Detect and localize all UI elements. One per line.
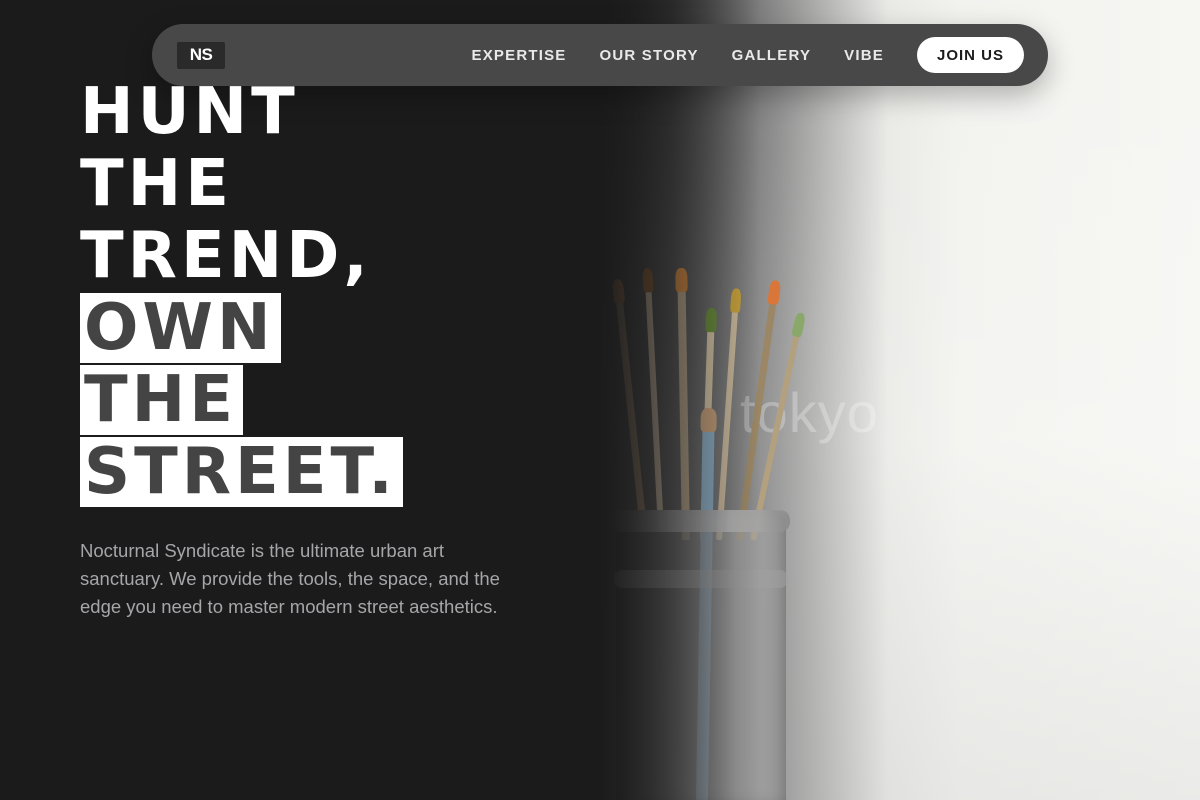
highlighted-text: OWN: [80, 293, 281, 363]
headline-line-highlight: STREET.: [80, 436, 403, 508]
headline-line: TREND,: [80, 219, 372, 293]
nav-link-expertise[interactable]: EXPERTISE: [472, 47, 567, 64]
highlighted-text: STREET.: [80, 437, 403, 507]
nav-link-our-story[interactable]: OUR STORY: [600, 47, 699, 64]
brand-logo[interactable]: NS: [177, 41, 225, 69]
nav-link-gallery[interactable]: GALLERY: [732, 47, 812, 64]
highlighted-text: THE: [80, 365, 243, 435]
nav-links: EXPERTISE OUR STORY GALLERY VIBE JOIN US: [472, 37, 1024, 73]
headline-line-highlight: THE: [80, 364, 403, 436]
headline-line: THE: [80, 147, 233, 221]
hero-intro: Nocturnal Syndicate is the ultimate urba…: [80, 540, 500, 617]
hero-image: tokyo: [600, 0, 1200, 800]
join-us-button[interactable]: JOIN US: [916, 37, 1024, 73]
headline-line-highlight: OWN: [80, 292, 403, 364]
image-left-fade: [600, 0, 760, 800]
nav-link-vibe[interactable]: VIBE: [844, 47, 884, 64]
headline-line: HUNT: [80, 75, 299, 149]
hero-headline: HUNT THE TREND, OWN THE STREET.: [80, 76, 403, 508]
